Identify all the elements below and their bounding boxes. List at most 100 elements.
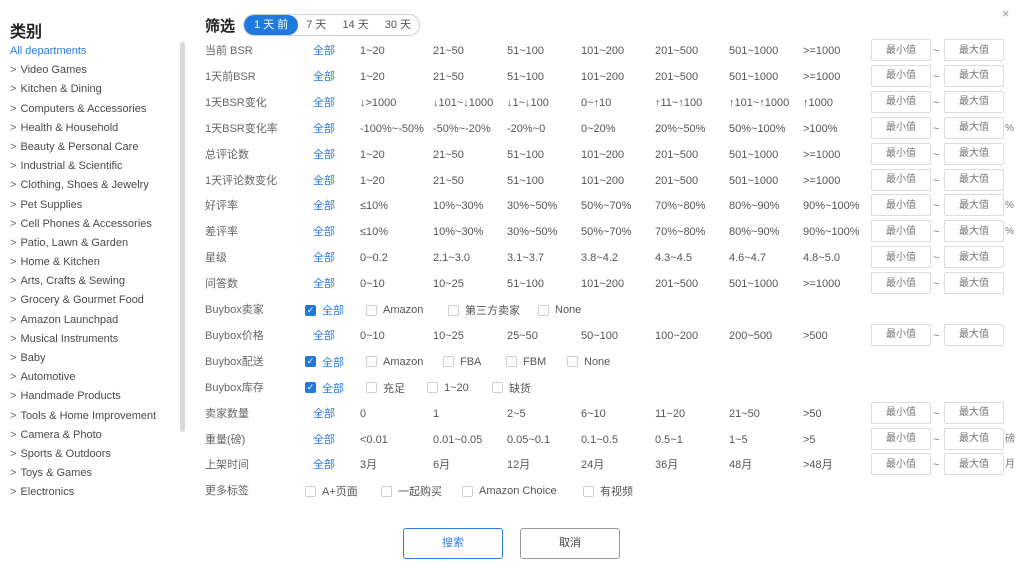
filter-option-all[interactable]: 全部 [313,39,335,63]
filter-option[interactable]: 12月 [507,453,530,477]
filter-option[interactable]: 200~500 [729,324,772,348]
filter-option[interactable]: ↑101~↑1000 [729,91,789,115]
filter-option[interactable]: 24月 [581,453,604,477]
filter-checkbox[interactable]: 第三方卖家 [448,298,520,322]
filter-option[interactable]: >5 [803,428,816,452]
filter-option[interactable]: 201~500 [655,272,698,296]
filter-option[interactable]: 51~100 [507,143,544,167]
max-value-input[interactable] [944,427,1004,450]
max-value-input[interactable] [944,142,1004,165]
filter-option-all[interactable]: 全部 [313,194,335,218]
filter-option[interactable]: 51~100 [507,39,544,63]
filter-option[interactable]: ↓101~↓1000 [433,91,493,115]
filter-checkbox[interactable]: ✓ 全部 [305,376,344,400]
filter-option[interactable]: 0.5~1 [655,428,683,452]
filter-option[interactable]: 50~100 [581,324,618,348]
filter-checkbox[interactable]: 一起购买 [381,479,442,503]
max-value-input[interactable] [944,90,1004,113]
filter-option[interactable]: >=1000 [803,39,840,63]
min-value-input[interactable] [871,168,931,191]
max-value-input[interactable] [944,64,1004,87]
filter-option[interactable]: 101~200 [581,169,624,193]
filter-option[interactable]: 10~25 [433,324,464,348]
max-value-input[interactable] [944,39,1004,61]
filter-option[interactable]: >=1000 [803,65,840,89]
filter-option[interactable]: <0.01 [360,428,388,452]
filter-option[interactable]: 4.3~4.5 [655,246,692,270]
sidebar-item[interactable]: > Home & Kitchen [10,253,180,272]
filter-option[interactable]: 21~50 [433,143,464,167]
max-value-input[interactable] [944,168,1004,191]
filter-option-all[interactable]: 全部 [313,91,335,115]
filter-checkbox[interactable]: 1~20 [427,376,469,400]
filter-option[interactable]: 201~500 [655,169,698,193]
filter-option[interactable]: 501~1000 [729,272,778,296]
sidebar-item[interactable]: > Kitchen & Dining [10,80,180,99]
filter-option[interactable]: >48月 [803,453,833,477]
filter-option[interactable]: 10%~30% [433,194,483,218]
sidebar-item[interactable]: > Automotive [10,368,180,387]
filter-option[interactable]: 1~20 [360,65,385,89]
filter-option[interactable]: 6月 [433,453,450,477]
sidebar-item[interactable]: > Cell Phones & Accessories [10,215,180,234]
max-value-input[interactable] [944,116,1004,139]
min-value-input[interactable] [871,64,931,87]
filter-option[interactable]: ≤10% [360,220,388,244]
filter-option[interactable]: 11~20 [655,402,685,426]
filter-option[interactable]: 0~↑10 [581,91,611,115]
filter-option[interactable]: >=1000 [803,169,840,193]
filter-option[interactable]: 1~5 [729,428,748,452]
filter-option[interactable]: 2.1~3.0 [433,246,470,270]
filter-checkbox[interactable]: A+页面 [305,479,358,503]
filter-option-all[interactable]: 全部 [313,117,335,141]
sidebar-item[interactable]: > Video Games [10,61,180,80]
filter-option[interactable]: ↓>1000 [360,91,396,115]
filter-option[interactable]: >100% [803,117,838,141]
filter-option[interactable]: 50%~70% [581,220,631,244]
sidebar-item[interactable]: > Health & Household [10,119,180,138]
filter-option[interactable]: 3.1~3.7 [507,246,544,270]
min-value-input[interactable] [871,220,931,243]
min-value-input[interactable] [871,272,931,295]
filter-option[interactable]: 1~20 [360,39,385,63]
sidebar-item[interactable]: > Arts, Crafts & Sewing [10,272,180,291]
filter-option[interactable]: >=1000 [803,143,840,167]
filter-checkbox[interactable]: FBM [506,350,546,374]
max-value-input[interactable] [944,401,1004,424]
min-value-input[interactable] [871,142,931,165]
filter-option[interactable]: 0 [360,402,366,426]
filter-option[interactable]: ↑11~↑100 [655,91,702,115]
tab-3[interactable]: 30 天 [377,15,419,35]
max-value-input[interactable] [944,272,1004,295]
filter-option[interactable]: 51~100 [507,169,544,193]
filter-option-all[interactable]: 全部 [313,324,335,348]
close-icon[interactable]: × [1002,6,1010,21]
tab-0[interactable]: 1 天 前 [244,15,299,35]
filter-option[interactable]: 30%~50% [507,194,557,218]
filter-option[interactable]: 501~1000 [729,169,778,193]
filter-option[interactable]: -100%~-50% [360,117,424,141]
min-value-input[interactable] [871,90,931,113]
filter-option-all[interactable]: 全部 [313,169,335,193]
sidebar-item[interactable]: > Sports & Outdoors [10,445,180,464]
sidebar-item[interactable]: > Musical Instruments [10,330,180,349]
filter-option[interactable]: 501~1000 [729,39,778,63]
filter-option-all[interactable]: 全部 [313,220,335,244]
sidebar-item[interactable]: > Toys & Games [10,464,180,483]
filter-option-all[interactable]: 全部 [313,143,335,167]
sidebar-item[interactable]: > Handmade Products [10,387,180,406]
filter-option[interactable]: 21~50 [433,39,464,63]
filter-checkbox[interactable]: 充足 [366,376,405,400]
filter-checkbox[interactable]: None [538,298,581,322]
max-value-input[interactable] [944,194,1004,217]
min-value-input[interactable] [871,116,931,139]
max-value-input[interactable] [944,220,1004,243]
filter-option[interactable]: 201~500 [655,143,698,167]
filter-option[interactable]: 3月 [360,453,377,477]
filter-option[interactable]: 201~500 [655,65,698,89]
sidebar-item[interactable]: > Electronics [10,483,180,495]
sidebar-item[interactable]: All departments [10,42,180,61]
filter-option[interactable]: 0.1~0.5 [581,428,618,452]
filter-option-all[interactable]: 全部 [313,428,335,452]
filter-option-all[interactable]: 全部 [313,402,335,426]
